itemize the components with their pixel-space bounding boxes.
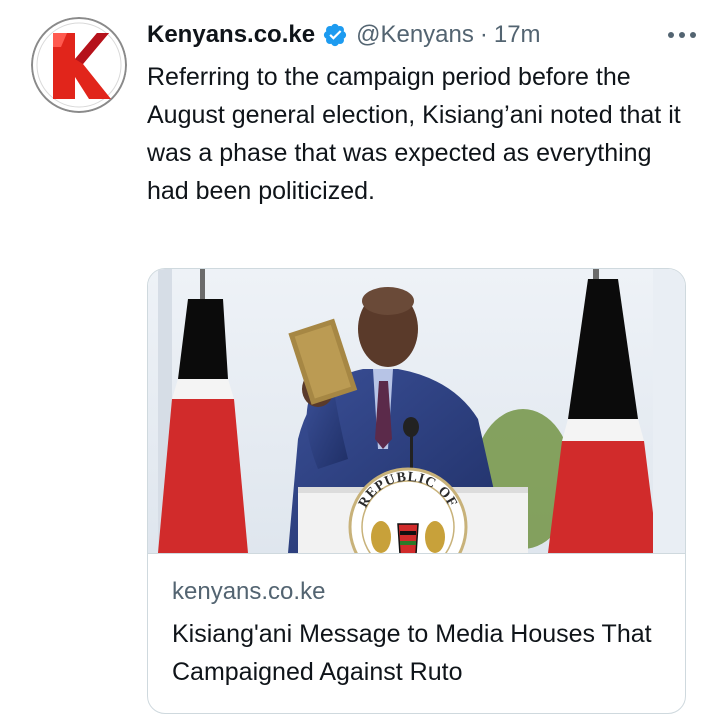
kenyans-logo-icon bbox=[31, 17, 127, 113]
link-card[interactable]: REPUBLIC OF kenyans.co.ke Kisiang'ani Me… bbox=[147, 268, 686, 714]
separator-dot: · bbox=[479, 21, 488, 48]
card-title[interactable]: Kisiang'ani Message to Media Houses That… bbox=[172, 615, 665, 691]
tweet-text: Referring to the campaign period before … bbox=[147, 63, 681, 205]
display-name[interactable]: Kenyans.co.ke bbox=[147, 20, 315, 50]
avatar[interactable] bbox=[31, 17, 127, 113]
handle[interactable]: @Kenyans bbox=[356, 20, 474, 50]
swearing-in-photo: REPUBLIC OF bbox=[148, 269, 685, 553]
card-meta: kenyans.co.ke Kisiang'ani Message to Med… bbox=[172, 575, 665, 691]
verified-badge-icon bbox=[323, 23, 347, 47]
tweet-header: Kenyans.co.ke @Kenyans · 17m bbox=[147, 18, 699, 52]
more-options-icon bbox=[668, 32, 696, 38]
card-domain: kenyans.co.ke bbox=[172, 578, 326, 605]
timestamp[interactable]: 17m bbox=[494, 20, 541, 50]
card-image[interactable]: REPUBLIC OF bbox=[148, 269, 685, 554]
more-options-button[interactable] bbox=[665, 20, 699, 50]
